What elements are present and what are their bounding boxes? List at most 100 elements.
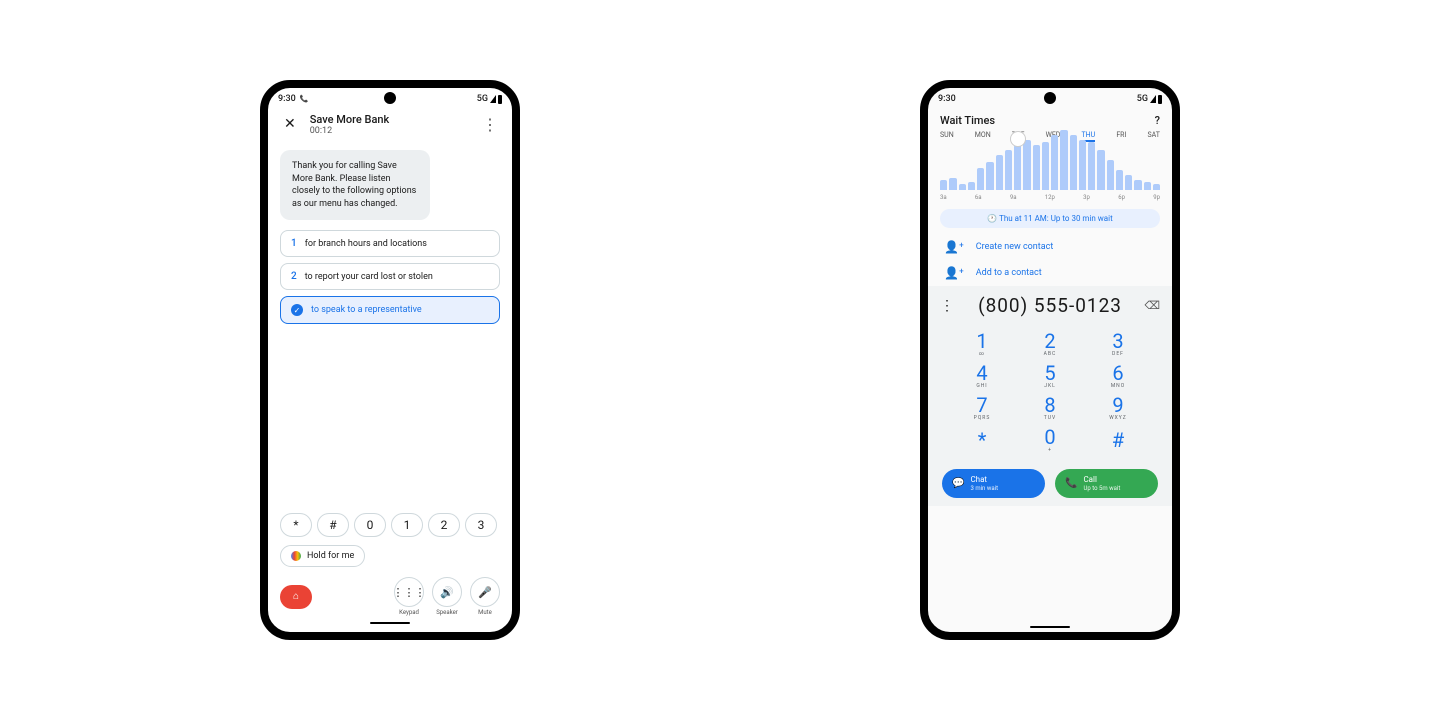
key-number: 6 [1112, 363, 1123, 383]
ivr-option-1[interactable]: 1 for branch hours and locations [280, 230, 500, 257]
signal-icon [490, 95, 496, 103]
dialpad-key-#[interactable]: # [1084, 425, 1152, 455]
action-buttons: 💬 Chat 3 min wait 📞 Call Up to 5m wait [928, 463, 1172, 506]
chat-label: Chat [970, 475, 998, 485]
nav-bar[interactable] [1030, 626, 1070, 628]
help-icon[interactable]: ? [1155, 114, 1160, 127]
keypad-hash[interactable]: # [317, 513, 349, 537]
chart-bar [1033, 145, 1040, 190]
chart-bar [1088, 142, 1095, 190]
add-contact-button[interactable]: 👤⁺ Add to a contact [928, 260, 1172, 286]
ivr-text: to report your card lost or stolen [305, 272, 433, 282]
day-tab-mon[interactable]: MON [975, 131, 991, 142]
end-call-button[interactable]: ⌂ [280, 585, 312, 609]
chart-bar [1060, 130, 1067, 190]
ivr-options: 1 for branch hours and locations 2 to re… [268, 230, 512, 324]
call-header: ✕ Save More Bank 00:12 ⋮ [268, 106, 512, 142]
mute-label: Mute [478, 609, 492, 616]
more-icon[interactable]: ⋮ [940, 298, 954, 314]
chart-bar [968, 182, 975, 190]
key-sub: TUV [1044, 415, 1056, 421]
check-icon: ✓ [291, 304, 303, 316]
ivr-text: for branch hours and locations [305, 239, 427, 249]
ivr-text: to speak to a representative [311, 305, 422, 315]
chart-bar [1134, 180, 1141, 190]
signal-label: 5G [1137, 94, 1148, 104]
key-sub: GHI [976, 383, 987, 389]
chart-bar [986, 162, 993, 190]
dialpad-key-9[interactable]: 9WXYZ [1084, 393, 1152, 423]
chart-bar [1116, 170, 1123, 190]
dialpad-key-5[interactable]: 5JKL [1016, 361, 1084, 391]
dialpad-key-1[interactable]: 1∞ [948, 329, 1016, 359]
call-button[interactable]: 📞 Call Up to 5m wait [1055, 469, 1158, 498]
transcript-bubble: Thank you for calling Save More Bank. Pl… [280, 150, 430, 220]
key-number: 4 [976, 363, 987, 383]
chart-bar [949, 178, 956, 190]
day-tab-sun[interactable]: SUN [940, 131, 954, 142]
battery-icon [498, 95, 502, 104]
dialpad-key-3[interactable]: 3DEF [1084, 329, 1152, 359]
keypad-label: Keypad [399, 609, 419, 616]
chart-bar [1144, 182, 1151, 190]
signal-label: 5G [477, 94, 488, 104]
key-number: * [978, 430, 987, 450]
hour-label: 9p [1153, 194, 1160, 201]
chart-bar [1014, 145, 1021, 190]
dialpad-key-6[interactable]: 6MNO [1084, 361, 1152, 391]
dialpad-key-0[interactable]: 0+ [1016, 425, 1084, 455]
keypad-1[interactable]: 1 [391, 513, 423, 537]
call-sub: Up to 5m wait [1083, 485, 1120, 492]
signal-icon [1150, 95, 1156, 103]
day-tab-sat[interactable]: SAT [1148, 131, 1160, 142]
create-contact-label: Create new contact [976, 242, 1054, 252]
status-time: 9:30 [938, 94, 956, 104]
chart-bar [1070, 135, 1077, 190]
key-sub: PQRS [974, 415, 991, 421]
dialpad-key-7[interactable]: 7PQRS [948, 393, 1016, 423]
chart-bar [940, 180, 947, 190]
keypad-star[interactable]: * [280, 513, 312, 537]
keypad-button[interactable]: ⋮⋮⋮ [394, 577, 424, 607]
keypad-2[interactable]: 2 [428, 513, 460, 537]
key-sub: ∞ [979, 351, 985, 357]
phone-call-screen: 9:30 📞 5G ✕ Save More Bank 00:12 ⋮ Thank… [260, 80, 520, 640]
dialpad-key-2[interactable]: 2ABC [1016, 329, 1084, 359]
key-sub: + [1048, 447, 1052, 453]
backspace-icon[interactable]: ⌫ [1144, 299, 1160, 312]
clock-icon: 🕐 [987, 214, 997, 223]
key-number: 0 [1044, 427, 1055, 447]
close-icon[interactable]: ✕ [280, 112, 300, 136]
status-time: 9:30 [278, 94, 296, 104]
ivr-option-3-selected[interactable]: ✓ to speak to a representative [280, 296, 500, 324]
add-person-icon: 👤⁺ [944, 240, 964, 254]
key-sub: MNO [1111, 383, 1125, 389]
keypad-3[interactable]: 3 [465, 513, 497, 537]
bottom-controls: * # 0 1 2 3 Hold for me ⌂ ⋮⋮⋮ Keypad 🔊 S… [268, 513, 512, 624]
dialpad-key-*[interactable]: * [948, 425, 1016, 455]
ivr-number: 1 [291, 238, 297, 249]
chat-button[interactable]: 💬 Chat 3 min wait [942, 469, 1045, 498]
call-label: Call [1083, 475, 1120, 485]
key-number: 3 [1112, 331, 1123, 351]
key-sub: DEF [1112, 351, 1124, 357]
dialpad: 1∞2ABC3DEF4GHI5JKL6MNO7PQRS8TUV9WXYZ*0+# [928, 325, 1172, 463]
key-number: 7 [976, 395, 987, 415]
hour-label: 6p [1118, 194, 1125, 201]
more-icon[interactable]: ⋮ [482, 115, 500, 134]
keypad-0[interactable]: 0 [354, 513, 386, 537]
day-tab-fri[interactable]: FRI [1116, 131, 1126, 142]
speaker-button[interactable]: 🔊 [432, 577, 462, 607]
chart-bar [959, 184, 966, 190]
phone-dialer-screen: 9:30 5G Wait Times ? SUNMONTUEWEDTHUFRIS… [920, 80, 1180, 640]
hold-for-me-button[interactable]: Hold for me [280, 545, 365, 567]
dialpad-key-4[interactable]: 4GHI [948, 361, 1016, 391]
wait-banner: 🕐 Thu at 11 AM: Up to 30 min wait [940, 209, 1160, 228]
chart-bar [1097, 150, 1104, 190]
create-contact-button[interactable]: 👤⁺ Create new contact [928, 234, 1172, 260]
wait-banner-text: Thu at 11 AM: Up to 30 min wait [999, 214, 1113, 223]
dialpad-key-8[interactable]: 8TUV [1016, 393, 1084, 423]
ivr-option-2[interactable]: 2 to report your card lost or stolen [280, 263, 500, 290]
mute-button[interactable]: 🎤 [470, 577, 500, 607]
nav-bar[interactable] [370, 622, 410, 624]
